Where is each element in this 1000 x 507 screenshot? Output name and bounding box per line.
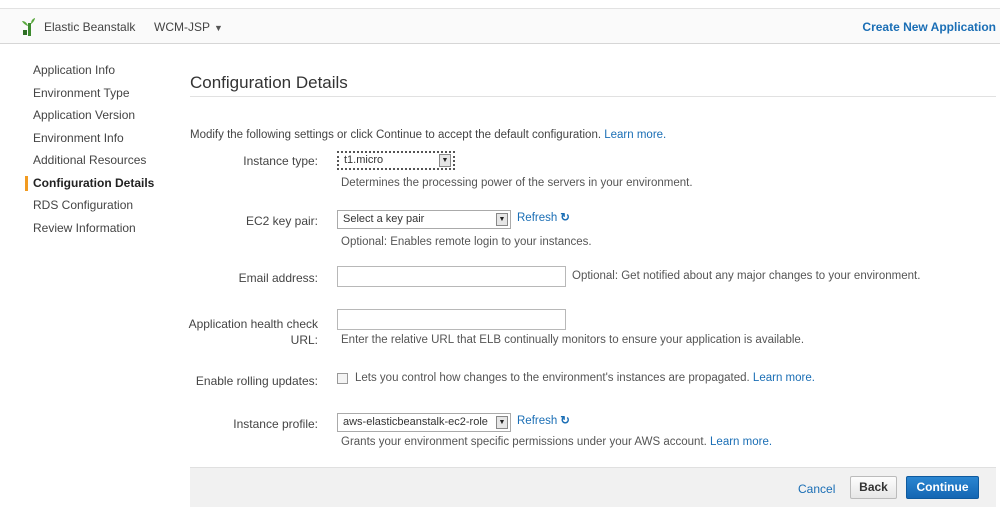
instance-profile-select[interactable]: aws-elasticbeanstalk-ec2-role ▼ xyxy=(337,413,511,432)
email-field[interactable] xyxy=(337,266,566,287)
instance-profile-label: Instance profile: xyxy=(233,417,318,431)
health-check-help: Enter the relative URL that ELB continua… xyxy=(341,334,805,346)
chevron-down-icon: ▼ xyxy=(496,213,508,226)
intro-text: Modify the following settings or click C… xyxy=(190,129,666,141)
back-button[interactable]: Back xyxy=(850,476,897,499)
wizard-footer: Cancel Back Continue xyxy=(190,467,996,507)
email-label: Email address: xyxy=(238,271,318,285)
instance-profile-help: Grants your environment specific permiss… xyxy=(341,436,772,448)
rolling-updates-help: Lets you control how changes to the envi… xyxy=(355,372,815,384)
chevron-down-icon: ▼ xyxy=(214,23,223,33)
refresh-icon: ↻ xyxy=(560,212,570,224)
sidebar-item-application-version[interactable]: Application Version xyxy=(33,107,173,130)
instance-profile-help-text: Grants your environment specific permiss… xyxy=(341,436,707,448)
sidebar-item-additional-resources[interactable]: Additional Resources xyxy=(33,152,173,175)
intro-learn-more-link[interactable]: Learn more. xyxy=(604,129,666,141)
key-pair-label: EC2 key pair: xyxy=(245,214,318,228)
instance-profile-learn-more-link[interactable]: Learn more. xyxy=(710,436,772,448)
rolling-updates-help-text: Lets you control how changes to the envi… xyxy=(355,372,750,384)
health-check-label-line1: Application health check xyxy=(188,317,318,331)
elastic-beanstalk-logo[interactable] xyxy=(22,18,36,36)
key-pair-refresh-link[interactable]: Refresh ↻ xyxy=(517,210,570,224)
instance-profile-refresh-link[interactable]: Refresh ↻ xyxy=(517,413,570,427)
page-title: Configuration Details xyxy=(190,73,348,92)
instance-profile-refresh-label: Refresh xyxy=(517,415,558,427)
health-check-label-line2: URL: xyxy=(290,333,318,347)
instance-type-label: Instance type: xyxy=(243,154,318,168)
app-name: WCM-JSP xyxy=(154,20,210,34)
cancel-button[interactable]: Cancel xyxy=(798,482,835,496)
service-link[interactable]: Elastic Beanstalk xyxy=(44,20,135,34)
continue-button[interactable]: Continue xyxy=(906,476,979,499)
sidebar-item-environment-info[interactable]: Environment Info xyxy=(33,130,173,153)
rolling-updates-label: Enable rolling updates: xyxy=(195,374,318,388)
instance-type-help: Determines the processing power of the s… xyxy=(341,177,693,189)
title-divider xyxy=(190,96,996,97)
intro-message: Modify the following settings or click C… xyxy=(190,129,602,141)
refresh-icon: ↻ xyxy=(560,415,570,427)
sidebar-item-rds-configuration[interactable]: RDS Configuration xyxy=(33,197,173,220)
chevron-down-icon: ▼ xyxy=(496,416,508,429)
key-pair-help: Optional: Enables remote login to your i… xyxy=(341,236,592,248)
top-bar: Elastic Beanstalk WCM-JSP ▼ Create New Ap… xyxy=(0,8,1000,44)
email-help: Optional: Get notified about any major c… xyxy=(572,270,921,282)
rolling-updates-learn-more-link[interactable]: Learn more. xyxy=(753,372,815,384)
instance-type-value: t1.micro xyxy=(344,154,384,166)
create-new-application-link[interactable]: Create New Application xyxy=(862,20,996,34)
sidebar-item-application-info[interactable]: Application Info xyxy=(33,62,173,85)
health-check-label: Application health check URL: xyxy=(188,316,318,348)
rolling-updates-checkbox[interactable] xyxy=(337,373,348,384)
instance-type-select[interactable]: t1.micro ▼ xyxy=(337,151,455,170)
instance-profile-value: aws-elasticbeanstalk-ec2-role xyxy=(343,416,488,428)
chevron-down-icon: ▼ xyxy=(439,154,451,167)
sidebar-item-environment-type[interactable]: Environment Type xyxy=(33,85,173,108)
wizard-steps-sidebar: Application Info Environment Type Applic… xyxy=(25,62,173,243)
health-check-url-field[interactable] xyxy=(337,309,566,330)
sidebar-item-configuration-details[interactable]: Configuration Details xyxy=(25,175,173,198)
sidebar-item-review-information[interactable]: Review Information xyxy=(33,220,173,243)
key-pair-value: Select a key pair xyxy=(343,213,425,225)
key-pair-select[interactable]: Select a key pair ▼ xyxy=(337,210,511,229)
key-pair-refresh-label: Refresh xyxy=(517,212,558,224)
app-selector[interactable]: WCM-JSP ▼ xyxy=(154,20,223,34)
